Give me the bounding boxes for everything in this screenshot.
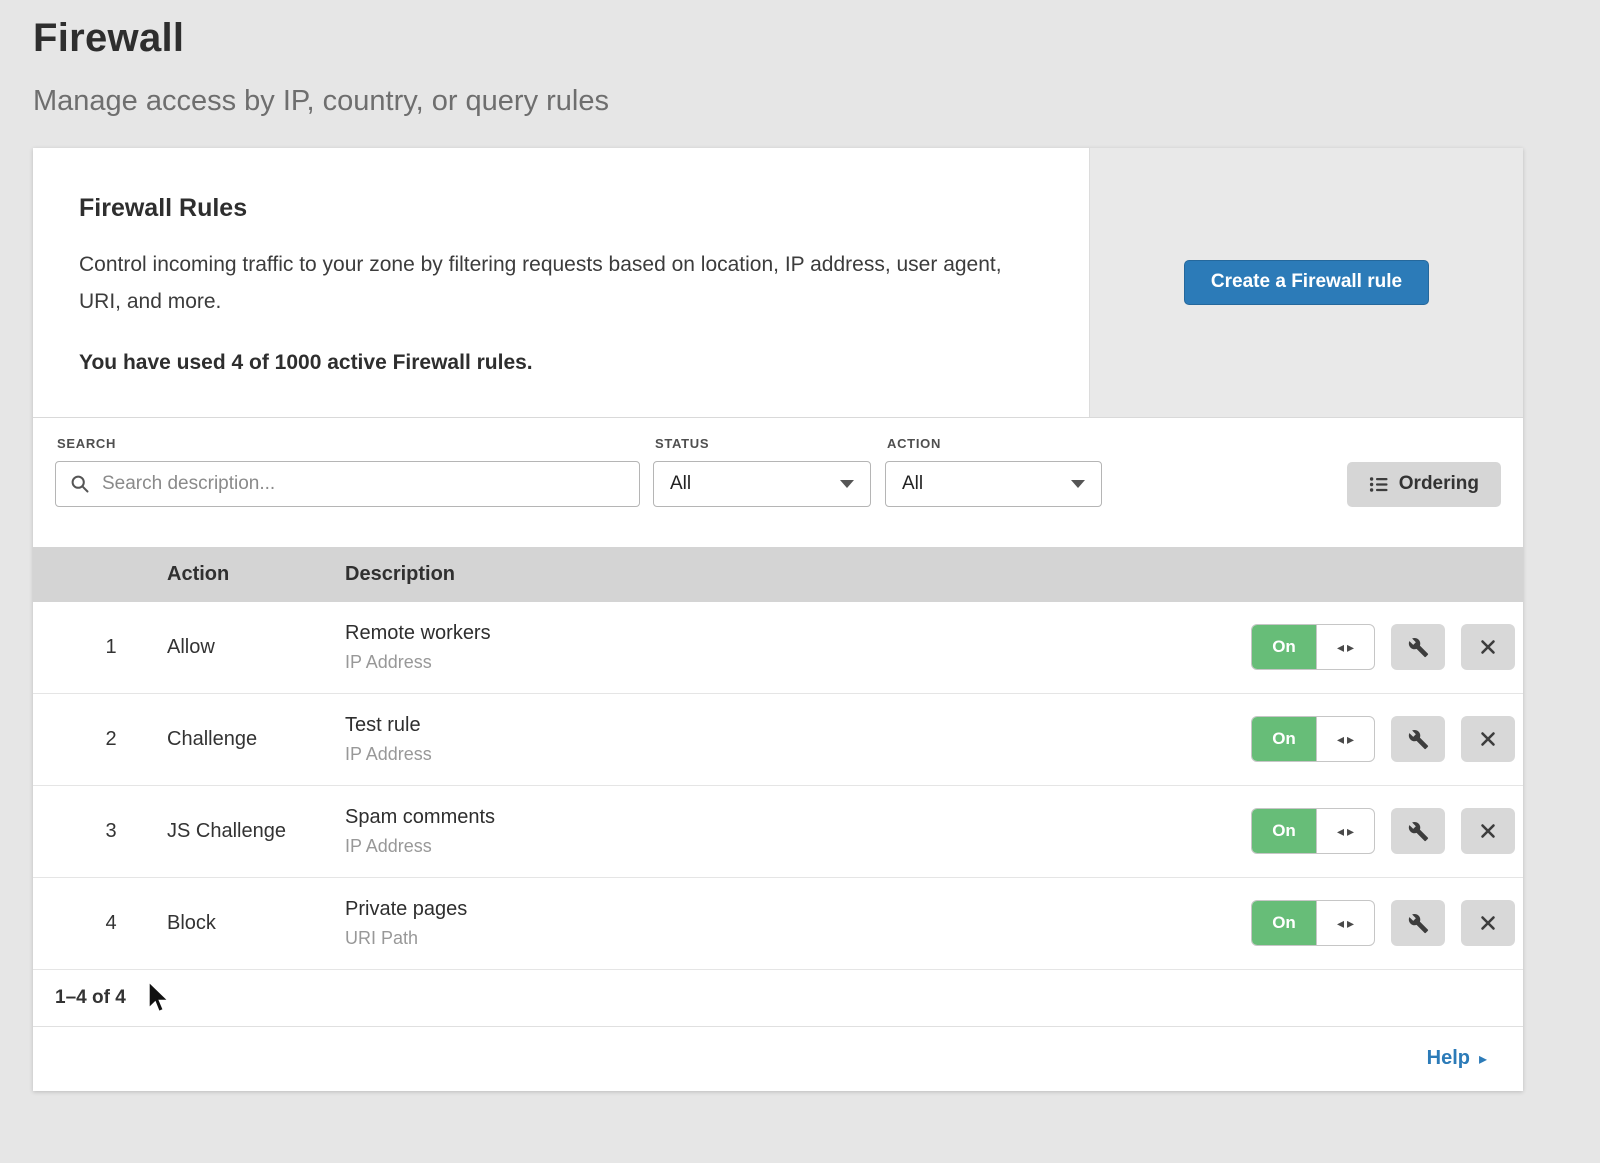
rule-index: 1 [55,636,167,659]
edit-rule-button[interactable] [1391,900,1445,946]
panel-top: Firewall Rules Control incoming traffic … [33,148,1523,417]
wrench-icon [1408,821,1429,842]
toggle-arrows-icon[interactable]: ◂▸ [1316,717,1374,761]
rule-controls: On ◂▸ [1251,808,1515,854]
action-select[interactable]: All [885,461,1102,507]
panel-heading: Firewall Rules [79,194,1029,223]
table-row: 4 Block Private pages URI Path On ◂▸ [33,878,1523,970]
rule-match-type: URI Path [345,928,1251,949]
search-label: SEARCH [57,436,640,451]
rule-action: Challenge [167,728,345,751]
rule-action: JS Challenge [167,820,345,843]
rule-match-type: IP Address [345,744,1251,765]
toggle-arrows-icon[interactable]: ◂▸ [1316,901,1374,945]
rule-description: Spam comments [345,806,1251,829]
search-icon [70,474,90,494]
status-select[interactable]: All [653,461,871,507]
status-filter-group: STATUS All [653,436,871,507]
rule-description: Private pages [345,898,1251,921]
ordered-list-icon [1369,475,1388,494]
rule-action: Block [167,912,345,935]
edit-rule-button[interactable] [1391,624,1445,670]
edit-rule-button[interactable] [1391,808,1445,854]
ordering-button-label: Ordering [1399,473,1479,495]
rule-index: 4 [55,912,167,935]
help-link[interactable]: Help ▸ [1427,1047,1487,1070]
toggle-arrows-icon[interactable]: ◂▸ [1316,809,1374,853]
action-column-header: Action [167,563,345,586]
rule-description-cell: Remote workers IP Address [345,622,1251,673]
status-select-value: All [670,473,691,495]
help-link-label: Help [1427,1047,1470,1070]
panel-intro: Firewall Rules Control incoming traffic … [33,148,1089,417]
rule-toggle: On ◂▸ [1251,716,1375,762]
rule-controls: On ◂▸ [1251,900,1515,946]
close-icon [1478,637,1498,657]
page-subtitle: Manage access by IP, country, or query r… [33,85,1600,118]
firewall-rules-panel: Firewall Rules Control incoming traffic … [33,148,1523,1091]
rule-match-type: IP Address [345,652,1251,673]
rule-description: Test rule [345,714,1251,737]
wrench-icon [1408,637,1429,658]
close-icon [1478,729,1498,749]
rule-action: Allow [167,636,345,659]
description-column-header: Description [345,563,1515,586]
delete-rule-button[interactable] [1461,716,1515,762]
action-filter-group: ACTION All [885,436,1102,507]
delete-rule-button[interactable] [1461,900,1515,946]
rule-toggle: On ◂▸ [1251,900,1375,946]
page-title: Firewall [33,16,1600,61]
page-header: Firewall Manage access by IP, country, o… [0,0,1600,118]
toggle-on-button[interactable]: On [1252,717,1316,761]
panel-footer: Help ▸ [33,1027,1523,1091]
toggle-arrows-icon[interactable]: ◂▸ [1316,625,1374,669]
close-icon [1478,913,1498,933]
rule-description-cell: Test rule IP Address [345,714,1251,765]
chevron-down-icon [840,480,854,488]
search-input[interactable] [100,472,625,496]
panel-description: Control incoming traffic to your zone by… [79,247,1029,321]
search-filter-group: SEARCH [55,436,640,507]
rule-match-type: IP Address [345,836,1251,857]
toggle-on-button[interactable]: On [1252,901,1316,945]
rule-controls: On ◂▸ [1251,716,1515,762]
search-box [55,461,640,507]
table-row: 1 Allow Remote workers IP Address On ◂▸ [33,602,1523,694]
ordering-button[interactable]: Ordering [1347,462,1501,507]
action-select-value: All [902,473,923,495]
rules-usage-text: You have used 4 of 1000 active Firewall … [79,351,1029,375]
rule-index: 3 [55,820,167,843]
filters-bar: SEARCH STATUS All ACTION All [33,417,1523,547]
table-row: 3 JS Challenge Spam comments IP Address … [33,786,1523,878]
wrench-icon [1408,729,1429,750]
toggle-on-button[interactable]: On [1252,625,1316,669]
rule-index: 2 [55,728,167,751]
action-label: ACTION [887,436,1102,451]
delete-rule-button[interactable] [1461,808,1515,854]
panel-action-area: Create a Firewall rule [1089,148,1523,417]
rule-controls: On ◂▸ [1251,624,1515,670]
chevron-down-icon [1071,480,1085,488]
table-row: 2 Challenge Test rule IP Address On ◂▸ [33,694,1523,786]
wrench-icon [1408,913,1429,934]
status-label: STATUS [655,436,871,451]
rule-description-cell: Spam comments IP Address [345,806,1251,857]
rule-toggle: On ◂▸ [1251,808,1375,854]
toggle-on-button[interactable]: On [1252,809,1316,853]
table-header: Action Description [33,547,1523,602]
rule-toggle: On ◂▸ [1251,624,1375,670]
rule-description: Remote workers [345,622,1251,645]
create-firewall-rule-button[interactable]: Create a Firewall rule [1184,260,1429,305]
edit-rule-button[interactable] [1391,716,1445,762]
pagination-summary: 1–4 of 4 [33,970,1523,1027]
caret-right-icon: ▸ [1479,1049,1487,1069]
rule-description-cell: Private pages URI Path [345,898,1251,949]
delete-rule-button[interactable] [1461,624,1515,670]
close-icon [1478,821,1498,841]
